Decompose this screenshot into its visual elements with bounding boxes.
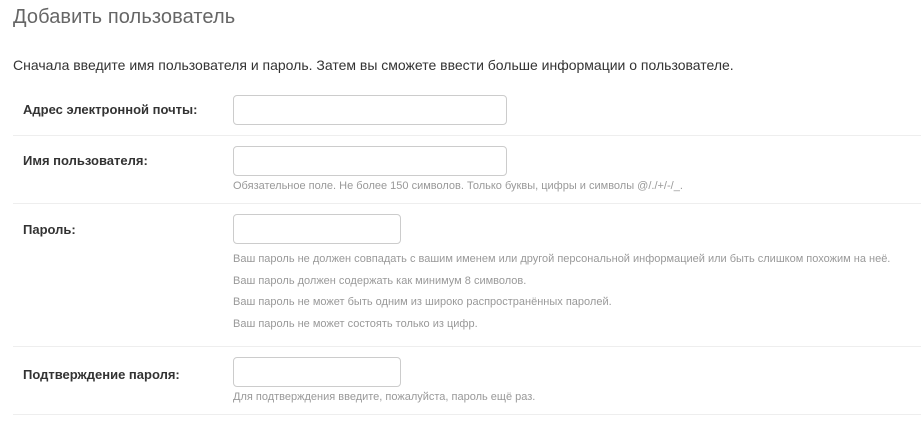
password-help-similarity: Ваш пароль не должен совпадать с вашим и… (233, 253, 891, 265)
intro-text: Сначала введите имя пользователя и парол… (13, 57, 734, 73)
password-label: Пароль: (23, 222, 76, 237)
email-label: Адрес электронной почты: (23, 102, 198, 117)
form-row-username: Имя пользователя: Обязательное поле. Не … (13, 136, 921, 204)
form-row-email: Адрес электронной почты: (13, 84, 921, 136)
password-help-min-length: Ваш пароль должен содержать как минимум … (233, 275, 527, 287)
username-label: Имя пользователя: (23, 153, 148, 168)
password-field[interactable] (233, 214, 401, 244)
form-row-password-confirm: Подтверждение пароля: Для подтверждения … (13, 347, 921, 415)
password-confirm-help-text: Для подтверждения введите, пожалуйста, п… (233, 391, 536, 403)
password-help-numeric: Ваш пароль не может состоять только из ц… (233, 318, 478, 330)
page-title: Добавить пользователь (13, 6, 236, 28)
password-confirm-label: Подтверждение пароля: (23, 367, 180, 382)
form-row-password: Пароль: Ваш пароль не должен совпадать с… (13, 204, 921, 347)
password-help-common: Ваш пароль не может быть одним из широко… (233, 296, 612, 308)
password-confirm-field[interactable] (233, 357, 401, 387)
email-field[interactable] (233, 95, 507, 125)
username-field[interactable] (233, 146, 507, 176)
username-help-text: Обязательное поле. Не более 150 символов… (233, 180, 683, 192)
